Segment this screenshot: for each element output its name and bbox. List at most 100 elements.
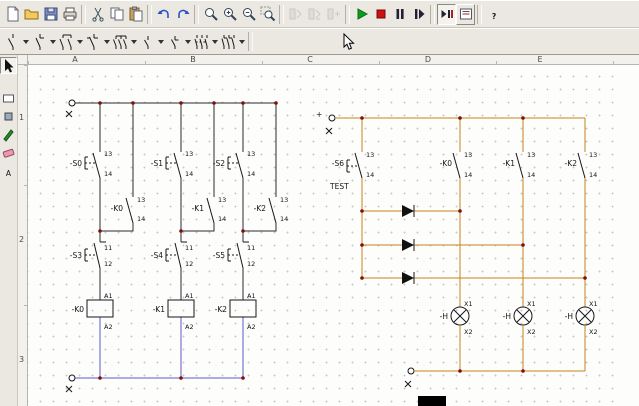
floppy-icon [43,6,59,22]
symbol-no-contact-small-button[interactable] [138,30,165,53]
device-label: -K1 [192,204,205,213]
sim-mode-3-icon [326,6,342,22]
plus-label: + [316,110,322,119]
coil-k0[interactable]: -K0 A1 A2 [72,292,113,331]
sim-mode-1-button[interactable] [286,4,305,25]
open-folder-icon [24,6,40,22]
pointer-tool-button[interactable] [0,57,17,74]
pushbutton-s2[interactable]: -S2 13 14 [213,150,256,178]
coil-k1[interactable]: -K1 A1 A2 [153,292,194,331]
top-ruler: A B C D E [28,55,639,65]
diode-row-1[interactable] [362,205,460,217]
contact-group-a-icon [113,33,129,51]
rung-2-wires[interactable] [181,103,214,378]
changeover-contact-icon [86,33,102,51]
supply-terminal-bottom[interactable] [66,375,90,392]
supply-terminal-top[interactable] [66,100,90,117]
symbol-nc-contact-button[interactable] [30,30,57,53]
run-button[interactable] [352,4,371,25]
rung-1-wires[interactable] [100,103,133,378]
open-button[interactable] [22,4,41,25]
lamp-h2[interactable]: -H X1 X2 [503,300,536,371]
relay-contact-k2[interactable]: -K2 13 14 [565,118,598,307]
cut-button[interactable] [88,4,107,25]
sim-mode-2-button[interactable] [305,4,324,25]
redo-button[interactable] [173,4,192,25]
symbol-no-contact-button[interactable] [3,30,30,53]
stop-button-s5[interactable]: -S5 11 12 [213,242,256,268]
pushbutton-s1[interactable]: -S1 13 14 [151,150,194,178]
device-label: -S6 [332,159,344,168]
left-ruler: 1 2 3 [18,65,28,406]
eraser-tool-button[interactable] [0,144,17,161]
test-pushbutton-s6[interactable]: -S6 13 14 TEST [329,118,374,278]
svg-text:A: A [6,169,12,178]
rectangle-tool-button[interactable] [0,90,17,107]
save-button[interactable] [41,4,60,25]
zoom-out-button[interactable] [239,4,258,25]
new-button[interactable] [3,4,22,25]
text-tool-button[interactable]: A [0,162,17,179]
paste-button[interactable] [126,4,145,25]
stop-button-s4[interactable]: -S4 11 12 [151,242,194,268]
probe-button[interactable] [456,4,475,25]
relay-contact-k0[interactable]: -K0 13 14 [440,118,473,307]
monitor-button[interactable] [437,4,456,25]
stop-button-s3[interactable]: -S3 11 12 [70,242,113,268]
drawing-canvas[interactable]: -S0 13 14 -K0 13 14 -S3 11 12 -K0 A1 A2 [28,65,639,406]
symbol-double-contact-button[interactable] [57,30,84,53]
pencil-tool-button[interactable] [0,126,17,143]
symbol-nc-contact-small-button[interactable] [165,30,192,53]
diode-row-3[interactable] [362,272,585,284]
terminal-label: 13 [137,196,145,204]
copy-button[interactable] [107,4,126,25]
zoom-window-button[interactable] [258,4,277,25]
symbol-triple-contact-bar-button[interactable] [219,30,246,53]
symbol-contact-group-a-button[interactable] [111,30,138,53]
mouse-cursor-icon [343,33,355,51]
terminal-label: 13 [218,196,226,204]
coil-k2[interactable]: -K2 A1 A2 [215,292,256,331]
black-block[interactable] [418,396,446,406]
diode-row-2[interactable] [362,239,523,251]
rung-3-wires[interactable] [243,103,276,378]
print-button[interactable] [60,4,79,25]
sim-mode-3-button[interactable] [324,4,343,25]
help-button[interactable]: ? [484,4,503,25]
toolbar-separator [345,5,350,24]
device-label: -K1 [153,305,166,314]
plus-terminal[interactable]: + [316,110,350,134]
undo-button[interactable] [154,4,173,25]
seal-contact-k2[interactable]: -K2 13 14 [254,196,289,223]
zoom-in-button[interactable] [220,4,239,25]
lamp-h3[interactable]: -H X1 X2 [565,300,598,371]
device-label: -H [565,312,573,321]
seal-contact-k1[interactable]: -K1 13 14 [192,196,227,223]
ruler-row-label: 3 [19,355,24,364]
symbol-triple-contact-button[interactable] [192,30,219,53]
terminal-label: X1 [589,300,598,308]
magnifier-minus-icon [241,6,257,22]
terminal-label: 13 [366,151,374,159]
device-label: -K2 [215,305,228,314]
stop-button[interactable] [371,4,390,25]
step-button[interactable] [409,4,428,25]
pushbutton-s0[interactable]: -S0 13 14 [70,150,113,178]
return-terminal[interactable] [405,368,420,387]
lamp-h1[interactable]: -H X1 X2 [440,300,473,371]
toolbar-separator [147,5,152,24]
symbol-changeover-contact-button[interactable] [84,30,111,53]
pause-button[interactable] [390,4,409,25]
nc-contact-small-icon [167,33,183,51]
relay-contact-k1[interactable]: -K1 13 14 [503,118,536,307]
terminal-label: 11 [104,244,112,252]
toolbar-separator [248,32,253,51]
filled-rectangle-tool-button[interactable] [0,108,17,125]
terminal-label: 12 [185,260,193,268]
terminal-label: X1 [464,300,473,308]
dropdown-caret-icon [50,40,56,44]
filled-rectangle-icon [1,109,16,124]
zoom-page-button[interactable] [201,4,220,25]
ruler-column-label: D [425,55,431,65]
seal-contact-k0[interactable]: -K0 13 14 [111,196,146,223]
